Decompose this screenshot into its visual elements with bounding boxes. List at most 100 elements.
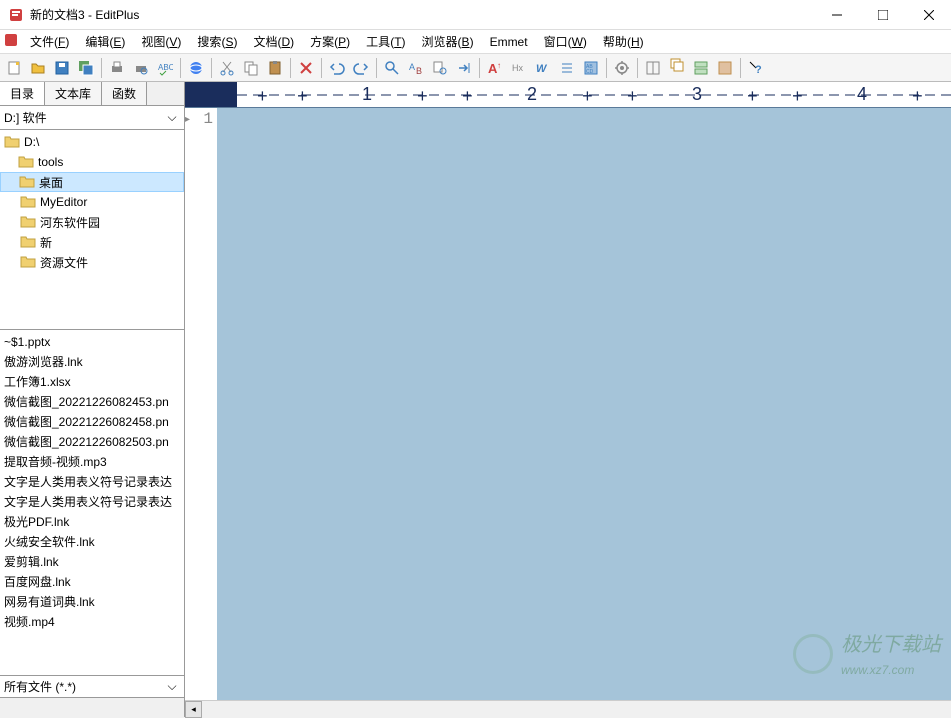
spellcheck-icon[interactable]: ABC <box>154 57 176 79</box>
window-cascade-icon[interactable] <box>666 57 688 79</box>
list-item[interactable]: 网易有道词典.lnk <box>0 592 184 612</box>
list-item[interactable]: ~$1.pptx <box>0 332 184 352</box>
scroll-left-icon[interactable]: ◂ <box>185 701 202 718</box>
menu-help[interactable]: 帮助(H) <box>595 31 652 52</box>
list-item[interactable]: 文字是人类用表义符号记录表达 <box>0 492 184 512</box>
browser-icon[interactable] <box>185 57 207 79</box>
menu-browser[interactable]: 浏览器(B) <box>414 31 482 52</box>
minimize-button[interactable] <box>823 5 851 25</box>
sidebar-tabs: 目录 文本库 函数 <box>0 82 184 106</box>
menu-window[interactable]: 窗口(W) <box>536 31 595 52</box>
menu-file[interactable]: 文件(F) <box>22 31 77 52</box>
folder-icon <box>20 195 36 209</box>
filter-label: 所有文件 (*.*) <box>4 678 164 695</box>
tab-directory[interactable]: 目录 <box>0 82 45 105</box>
save-all-icon[interactable] <box>75 57 97 79</box>
sidebar: 目录 文本库 函数 D:] 软件 ⌵ D:\ tools 桌面 MyEdito <box>0 82 185 717</box>
maximize-button[interactable] <box>869 5 897 25</box>
folder-open-icon <box>19 175 35 189</box>
menu-edit[interactable]: 编辑(E) <box>77 31 133 52</box>
column-select-icon[interactable]: ABCD <box>580 57 602 79</box>
svg-text:B: B <box>416 66 422 76</box>
folder-open-icon <box>4 135 20 149</box>
tree-item[interactable]: 河东软件园 <box>0 212 184 232</box>
settings-icon[interactable] <box>611 57 633 79</box>
chevron-down-icon[interactable]: ⌵ <box>164 110 180 125</box>
cut-icon[interactable] <box>216 57 238 79</box>
paste-icon[interactable] <box>264 57 286 79</box>
find-icon[interactable] <box>381 57 403 79</box>
list-item[interactable]: 微信截图_20221226082458.pn <box>0 412 184 432</box>
list-item[interactable]: 微信截图_20221226082503.pn <box>0 432 184 452</box>
current-line-marker-icon: ▸ <box>185 114 190 126</box>
find-in-files-icon[interactable] <box>429 57 451 79</box>
title-bar: 新的文档3 - EditPlus <box>0 0 951 30</box>
list-item[interactable]: 傲游浏览器.lnk <box>0 352 184 372</box>
tree-item[interactable]: 新 <box>0 232 184 252</box>
list-item[interactable]: 火绒安全软件.lnk <box>0 532 184 552</box>
svg-text:ABC: ABC <box>158 63 173 72</box>
drive-label: D:] 软件 <box>4 109 164 126</box>
save-icon[interactable] <box>51 57 73 79</box>
list-item[interactable]: 视频.mp4 <box>0 612 184 632</box>
tab-cliptext[interactable]: 文本库 <box>45 82 102 105</box>
list-item[interactable]: 爱剪辑.lnk <box>0 552 184 572</box>
print-icon[interactable] <box>106 57 128 79</box>
menu-emmet[interactable]: Emmet <box>482 33 536 51</box>
text-editor[interactable]: 极光下载站 www.xz7.com <box>217 108 951 700</box>
file-list: ~$1.pptx 傲游浏览器.lnk 工作簿1.xlsx 微信截图_202212… <box>0 330 184 675</box>
tree-item[interactable]: MyEditor <box>0 192 184 212</box>
drive-selector[interactable]: D:] 软件 ⌵ <box>0 106 184 130</box>
replace-icon[interactable]: AB <box>405 57 427 79</box>
chevron-down-icon[interactable]: ⌵ <box>164 679 180 694</box>
list-item[interactable]: 工作簿1.xlsx <box>0 372 184 392</box>
font-increase-icon[interactable]: A↑ <box>484 57 506 79</box>
delete-icon[interactable] <box>295 57 317 79</box>
svg-text:?: ? <box>755 64 762 76</box>
file-filter[interactable]: 所有文件 (*.*) ⌵ <box>0 675 184 697</box>
undo-icon[interactable] <box>326 57 348 79</box>
window-max-icon[interactable] <box>714 57 736 79</box>
window-tile-icon[interactable] <box>642 57 664 79</box>
list-item[interactable]: 提取音频-视频.mp3 <box>0 452 184 472</box>
list-item[interactable]: 极光PDF.lnk <box>0 512 184 532</box>
window-title: 新的文档3 - EditPlus <box>30 6 823 23</box>
editor-area: + + 1 + + 2 + + 3 + + 4 + ▸ <box>185 82 951 717</box>
new-file-icon[interactable] <box>3 57 25 79</box>
menu-project[interactable]: 方案(P) <box>302 31 358 52</box>
tree-item[interactable]: tools <box>0 152 184 172</box>
goto-icon[interactable] <box>453 57 475 79</box>
svg-text:Hx: Hx <box>512 63 523 73</box>
menu-tools[interactable]: 工具(T) <box>358 31 413 52</box>
tab-functions[interactable]: 函数 <box>102 82 147 105</box>
redo-icon[interactable] <box>350 57 372 79</box>
help-icon[interactable]: ? <box>745 57 767 79</box>
print-preview-icon[interactable] <box>130 57 152 79</box>
close-button[interactable] <box>915 5 943 25</box>
app-menu-icon[interactable] <box>4 33 18 50</box>
menu-bar: 文件(F) 编辑(E) 视图(V) 搜索(S) 文档(D) 方案(P) 工具(T… <box>0 30 951 54</box>
tree-item[interactable]: 资源文件 <box>0 252 184 272</box>
word-wrap-icon[interactable]: W <box>532 57 554 79</box>
line-number: 1 <box>203 110 213 128</box>
hex-icon[interactable]: Hx <box>508 57 530 79</box>
window-horiz-icon[interactable] <box>690 57 712 79</box>
tree-item-selected[interactable]: 桌面 <box>0 172 184 192</box>
menu-document[interactable]: 文档(D) <box>245 31 302 52</box>
watermark: 极光下载站 www.xz7.com <box>793 628 941 680</box>
tree-item[interactable]: D:\ <box>0 132 184 152</box>
folder-open-icon <box>18 155 34 169</box>
line-number-icon[interactable] <box>556 57 578 79</box>
folder-tree: D:\ tools 桌面 MyEditor 河东软件园 新 <box>0 130 184 330</box>
list-item[interactable]: 百度网盘.lnk <box>0 572 184 592</box>
menu-search[interactable]: 搜索(S) <box>189 31 245 52</box>
horizontal-scrollbar[interactable]: ◂ <box>185 700 951 717</box>
open-file-icon[interactable] <box>27 57 49 79</box>
menu-view[interactable]: 视图(V) <box>133 31 189 52</box>
line-gutter: ▸ 1 <box>185 108 217 700</box>
list-item[interactable]: 文字是人类用表义符号记录表达 <box>0 472 184 492</box>
ruler: + + 1 + + 2 + + 3 + + 4 + <box>185 82 951 108</box>
app-icon <box>8 7 24 23</box>
copy-icon[interactable] <box>240 57 262 79</box>
list-item[interactable]: 微信截图_20221226082453.pn <box>0 392 184 412</box>
